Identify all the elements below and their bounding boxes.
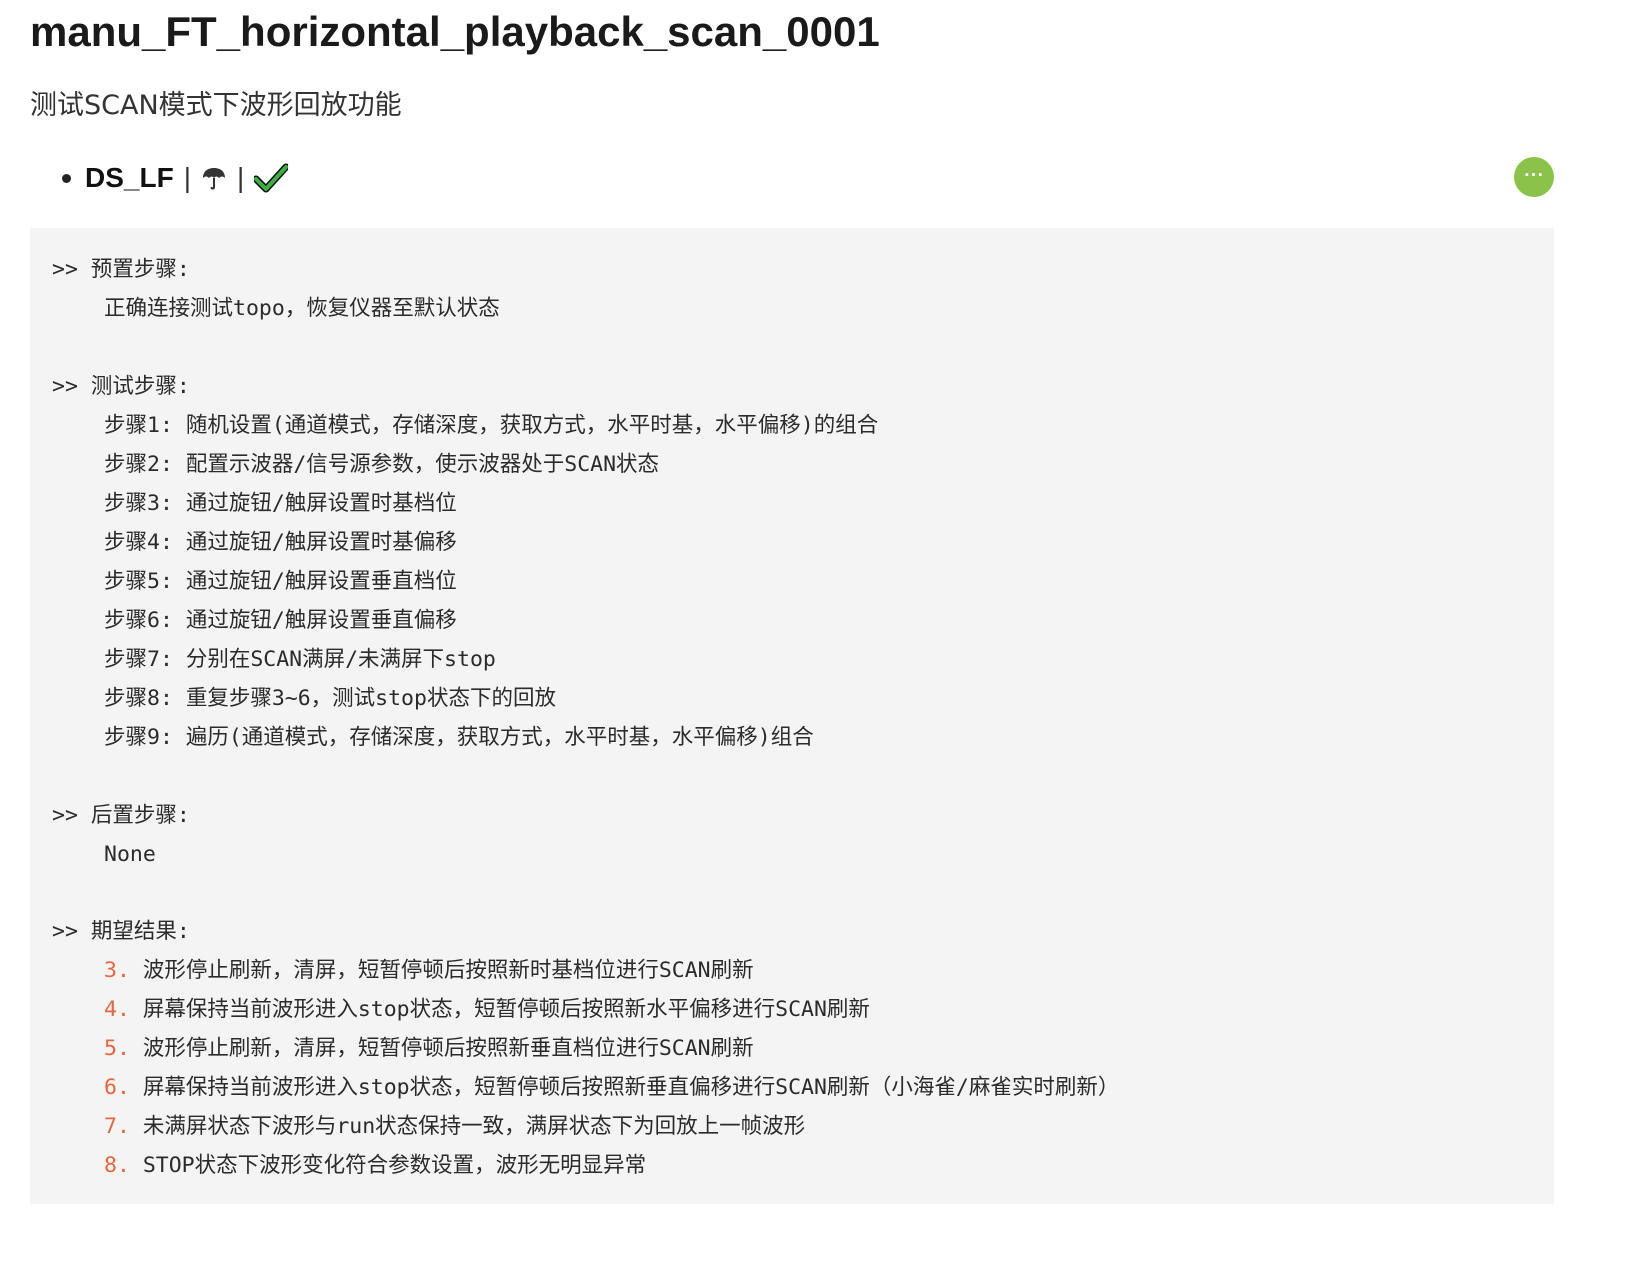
expected-text: STOP状态下波形变化符合参数设置，波形无明显异常	[142, 1153, 647, 1178]
expected-heading: >> 期望结果:	[52, 919, 190, 944]
meta-tag: DS_LF	[85, 162, 174, 193]
expected-result-item: 7. 未满屏状态下波形与run状态保持一致，满屏状态下为回放上一帧波形	[104, 1112, 805, 1142]
more-options-button[interactable]: ···	[1514, 157, 1554, 197]
test-step-line: 步骤9: 遍历(通道模式，存储深度，获取方式，水平时基，水平偏移)组合	[104, 725, 814, 750]
expected-number: 8.	[104, 1153, 130, 1178]
test-case-code-block: >> 预置步骤: 正确连接测试topo，恢复仪器至默认状态 >> 测试步骤: 步…	[30, 228, 1554, 1204]
expected-number: 6.	[104, 1075, 130, 1100]
test-step-line: 步骤5: 通过旋钮/触屏设置垂直档位	[104, 569, 457, 594]
expected-text: 波形停止刷新，清屏，短暂停顿后按照新时基档位进行SCAN刷新	[142, 958, 754, 983]
checkmark-icon	[254, 163, 289, 193]
test-step-line: 步骤6: 通过旋钮/触屏设置垂直偏移	[104, 608, 457, 633]
expected-number: 5.	[104, 1036, 130, 1061]
expected-result-item: 5. 波形停止刷新，清屏，短暂停顿后按照新垂直档位进行SCAN刷新	[104, 1034, 754, 1064]
test-step-line: 步骤1: 随机设置(通道模式，存储深度，获取方式，水平时基，水平偏移)的组合	[104, 413, 879, 438]
preset-heading: >> 预置步骤:	[52, 257, 190, 282]
meta-separator: |	[236, 162, 245, 193]
expected-result-item: 4. 屏幕保持当前波形进入stop状态，短暂停顿后按照新水平偏移进行SCAN刷新	[104, 995, 870, 1025]
preset-line: 正确连接测试topo，恢复仪器至默认状态	[104, 296, 500, 321]
test-step-line: 步骤8: 重复步骤3~6，测试stop状态下的回放	[104, 686, 556, 711]
more-dots-icon: ···	[1523, 165, 1545, 184]
expected-text: 波形停止刷新，清屏，短暂停顿后按照新垂直档位进行SCAN刷新	[142, 1036, 754, 1061]
page-title: manu_FT_horizontal_playback_scan_0001	[30, 8, 880, 55]
test-step-line: 步骤4: 通过旋钮/触屏设置时基偏移	[104, 530, 457, 555]
expected-number: 7.	[104, 1114, 130, 1139]
expected-text: 屏幕保持当前波形进入stop状态，短暂停顿后按照新垂直偏移进行SCAN刷新（小海…	[142, 1075, 1120, 1100]
expected-text: 屏幕保持当前波形进入stop状态，短暂停顿后按照新水平偏移进行SCAN刷新	[142, 997, 870, 1022]
meta-separator: |	[183, 162, 191, 193]
expected-result-item: 8. STOP状态下波形变化符合参数设置，波形无明显异常	[104, 1151, 646, 1181]
expected-result-item: 3. 波形停止刷新，清屏，短暂停顿后按照新时基档位进行SCAN刷新	[104, 956, 754, 986]
expected-number: 4.	[104, 997, 130, 1022]
umbrella-icon	[201, 165, 227, 191]
expected-number: 3.	[104, 958, 130, 983]
meta-list: DS_LF | |	[62, 158, 289, 198]
test-heading: >> 测试步骤:	[52, 374, 190, 399]
expected-text: 未满屏状态下波形与run状态保持一致，满屏状态下为回放上一帧波形	[142, 1114, 806, 1139]
expected-result-item: 6. 屏幕保持当前波形进入stop状态，短暂停顿后按照新垂直偏移进行SCAN刷新…	[104, 1073, 1119, 1103]
bullet-icon	[62, 173, 71, 183]
page: manu_FT_horizontal_playback_scan_0001 测试…	[0, 0, 1626, 1262]
test-step-line: 步骤7: 分别在SCAN满屏/未满屏下stop	[104, 647, 496, 672]
test-step-line: 步骤2: 配置示波器/信号源参数，使示波器处于SCAN状态	[104, 452, 660, 477]
page-subtitle: 测试SCAN模式下波形回放功能	[30, 90, 402, 121]
post-line: None	[104, 842, 156, 867]
meta-item: DS_LF | |	[62, 158, 289, 198]
post-heading: >> 后置步骤:	[52, 803, 190, 828]
test-step-line: 步骤3: 通过旋钮/触屏设置时基档位	[104, 491, 457, 516]
